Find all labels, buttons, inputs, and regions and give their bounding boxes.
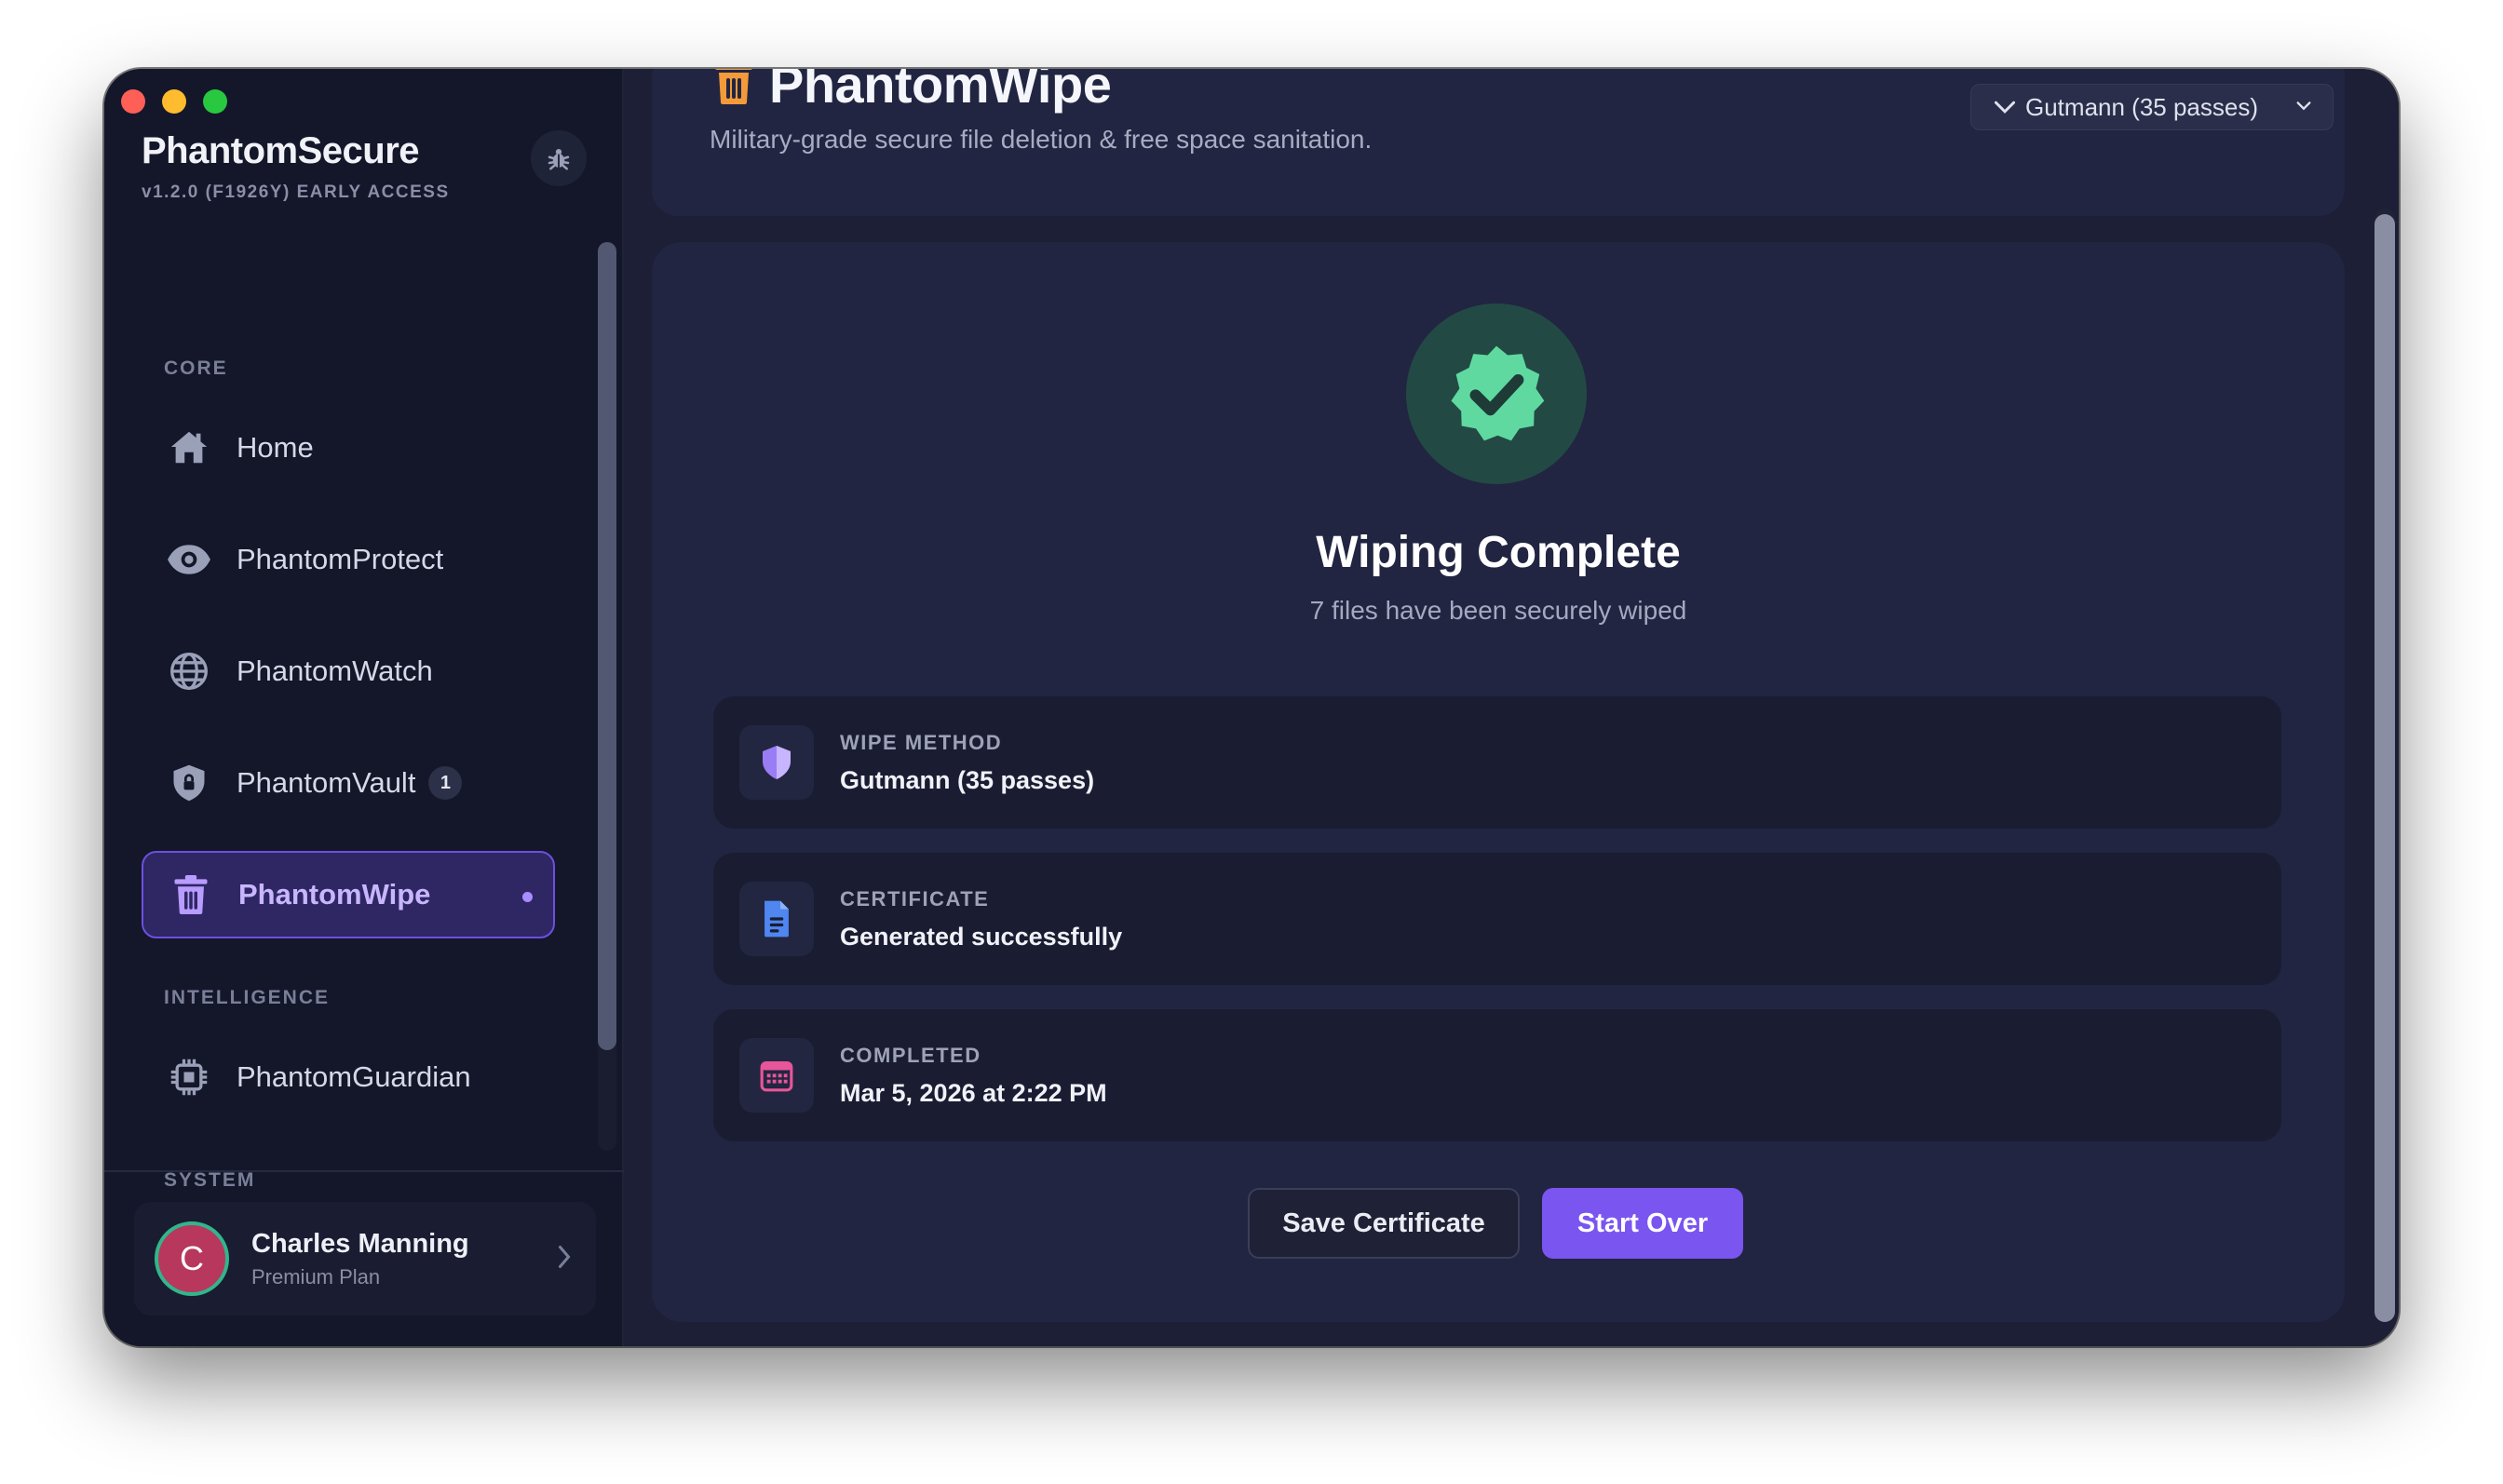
page-title: PhantomWipe [769, 69, 1112, 114]
chevron-right-icon [559, 1246, 571, 1268]
wipe-result-card: Wiping Complete 7 files have been secure… [652, 242, 2345, 1322]
close-window-button[interactable] [121, 89, 145, 114]
trash-icon [711, 69, 756, 113]
info-label: COMPLETED [840, 1043, 981, 1067]
main-content: PhantomWipe Military-grade secure file d… [624, 69, 2399, 1346]
sidebar-item-phantomwatch[interactable]: PhantomWatch [142, 627, 555, 715]
minimize-window-button[interactable] [162, 89, 186, 114]
sidebar-item-phantomguardian[interactable]: PhantomGuardian [142, 1033, 555, 1121]
window-controls [121, 89, 227, 114]
globe-icon [166, 648, 212, 695]
verified-check-icon [1451, 345, 1545, 441]
completion-subtitle: 7 files have been securely wiped [1309, 596, 1687, 625]
sidebar: PhantomSecure v1.2.0 (F1926Y) EARLY ACCE… [104, 69, 624, 1346]
info-text: CERTIFICATE Generated successfully [840, 887, 1122, 951]
save-certificate-button[interactable]: Save Certificate [1248, 1188, 1520, 1259]
sidebar-item-label: Home [237, 431, 314, 464]
wipe-method-select[interactable]: Gutmann (35 passes) [1970, 84, 2334, 130]
info-row-certificate: CERTIFICATE Generated successfully [713, 853, 2281, 985]
info-value: Generated successfully [840, 922, 1123, 951]
user-name: Charles Manning [251, 1228, 469, 1259]
section-label-core: CORE [164, 358, 228, 379]
sidebar-item-phantomvault[interactable]: PhantomVault 1 [142, 739, 555, 827]
document-icon [739, 882, 814, 956]
active-indicator-dot [522, 892, 533, 902]
sidebar-item-phantomprotect[interactable]: PhantomProtect [142, 516, 555, 603]
user-profile-card[interactable]: C Charles Manning Premium Plan [134, 1202, 596, 1315]
chip-icon [166, 1054, 212, 1100]
info-text: COMPLETED Mar 5, 2026 at 2:22 PM [840, 1044, 1107, 1108]
app-window: PhantomSecure v1.2.0 (F1926Y) EARLY ACCE… [104, 69, 2399, 1346]
success-badge [1406, 304, 1587, 484]
sidebar-item-phantomwipe[interactable]: PhantomWipe [142, 851, 555, 938]
info-row-wipe-method: WIPE METHOD Gutmann (35 passes) [713, 696, 2281, 829]
calendar-icon [739, 1038, 814, 1113]
page-header: PhantomWipe Military-grade secure file d… [652, 69, 2345, 216]
sidebar-item-home[interactable]: Home [142, 404, 555, 492]
info-text: WIPE METHOD Gutmann (35 passes) [840, 731, 1094, 795]
info-label: WIPE METHOD [840, 730, 1003, 754]
sidebar-footer: C Charles Manning Premium Plan [104, 1170, 624, 1346]
trash-icon [168, 871, 214, 918]
user-plan: Premium Plan [251, 1264, 381, 1288]
sidebar-item-label: PhantomWatch [237, 654, 433, 687]
shield-icon [739, 725, 814, 800]
app-version: v1.2.0 (F1926Y) EARLY ACCESS [142, 182, 450, 202]
section-label-intelligence: INTELLIGENCE [164, 987, 331, 1008]
info-row-completed: COMPLETED Mar 5, 2026 at 2:22 PM [713, 1009, 2281, 1141]
start-over-button[interactable]: Start Over [1542, 1188, 1743, 1259]
sidebar-item-label: PhantomGuardian [237, 1060, 471, 1093]
app-brand: PhantomSecure [142, 130, 420, 171]
lock-shield-icon [166, 760, 212, 806]
sidebar-item-label: PhantomVault [237, 766, 416, 799]
completion-title: Wiping Complete [1316, 528, 1681, 577]
sidebar-scrollbar-thumb[interactable] [598, 242, 616, 1050]
sidebar-item-label: PhantomWipe [238, 878, 431, 911]
eye-icon [166, 536, 212, 583]
avatar: C [155, 1221, 229, 1296]
info-value: Gutmann (35 passes) [840, 765, 1095, 794]
sidebar-item-label: PhantomProtect [237, 543, 444, 575]
page-subtitle: Military-grade secure file deletion & fr… [710, 125, 1373, 154]
chevron-down-icon [1994, 101, 2016, 114]
vault-count-badge: 1 [428, 766, 463, 800]
info-value: Mar 5, 2026 at 2:22 PM [840, 1078, 1107, 1107]
bug-icon [548, 149, 570, 170]
zoom-window-button[interactable] [203, 89, 227, 114]
main-scrollbar-thumb[interactable] [2374, 214, 2395, 1322]
sidebar-nav: CORE Home PhantomProtect PhantomWatch Ph… [104, 209, 624, 1219]
chevron-down-icon [2296, 101, 2311, 111]
wipe-method-value: Gutmann (35 passes) [2025, 92, 2259, 121]
home-icon [166, 425, 212, 471]
bug-report-button[interactable] [531, 130, 587, 186]
info-label: CERTIFICATE [840, 886, 990, 911]
user-info: Charles Manning Premium Plan [251, 1229, 469, 1289]
